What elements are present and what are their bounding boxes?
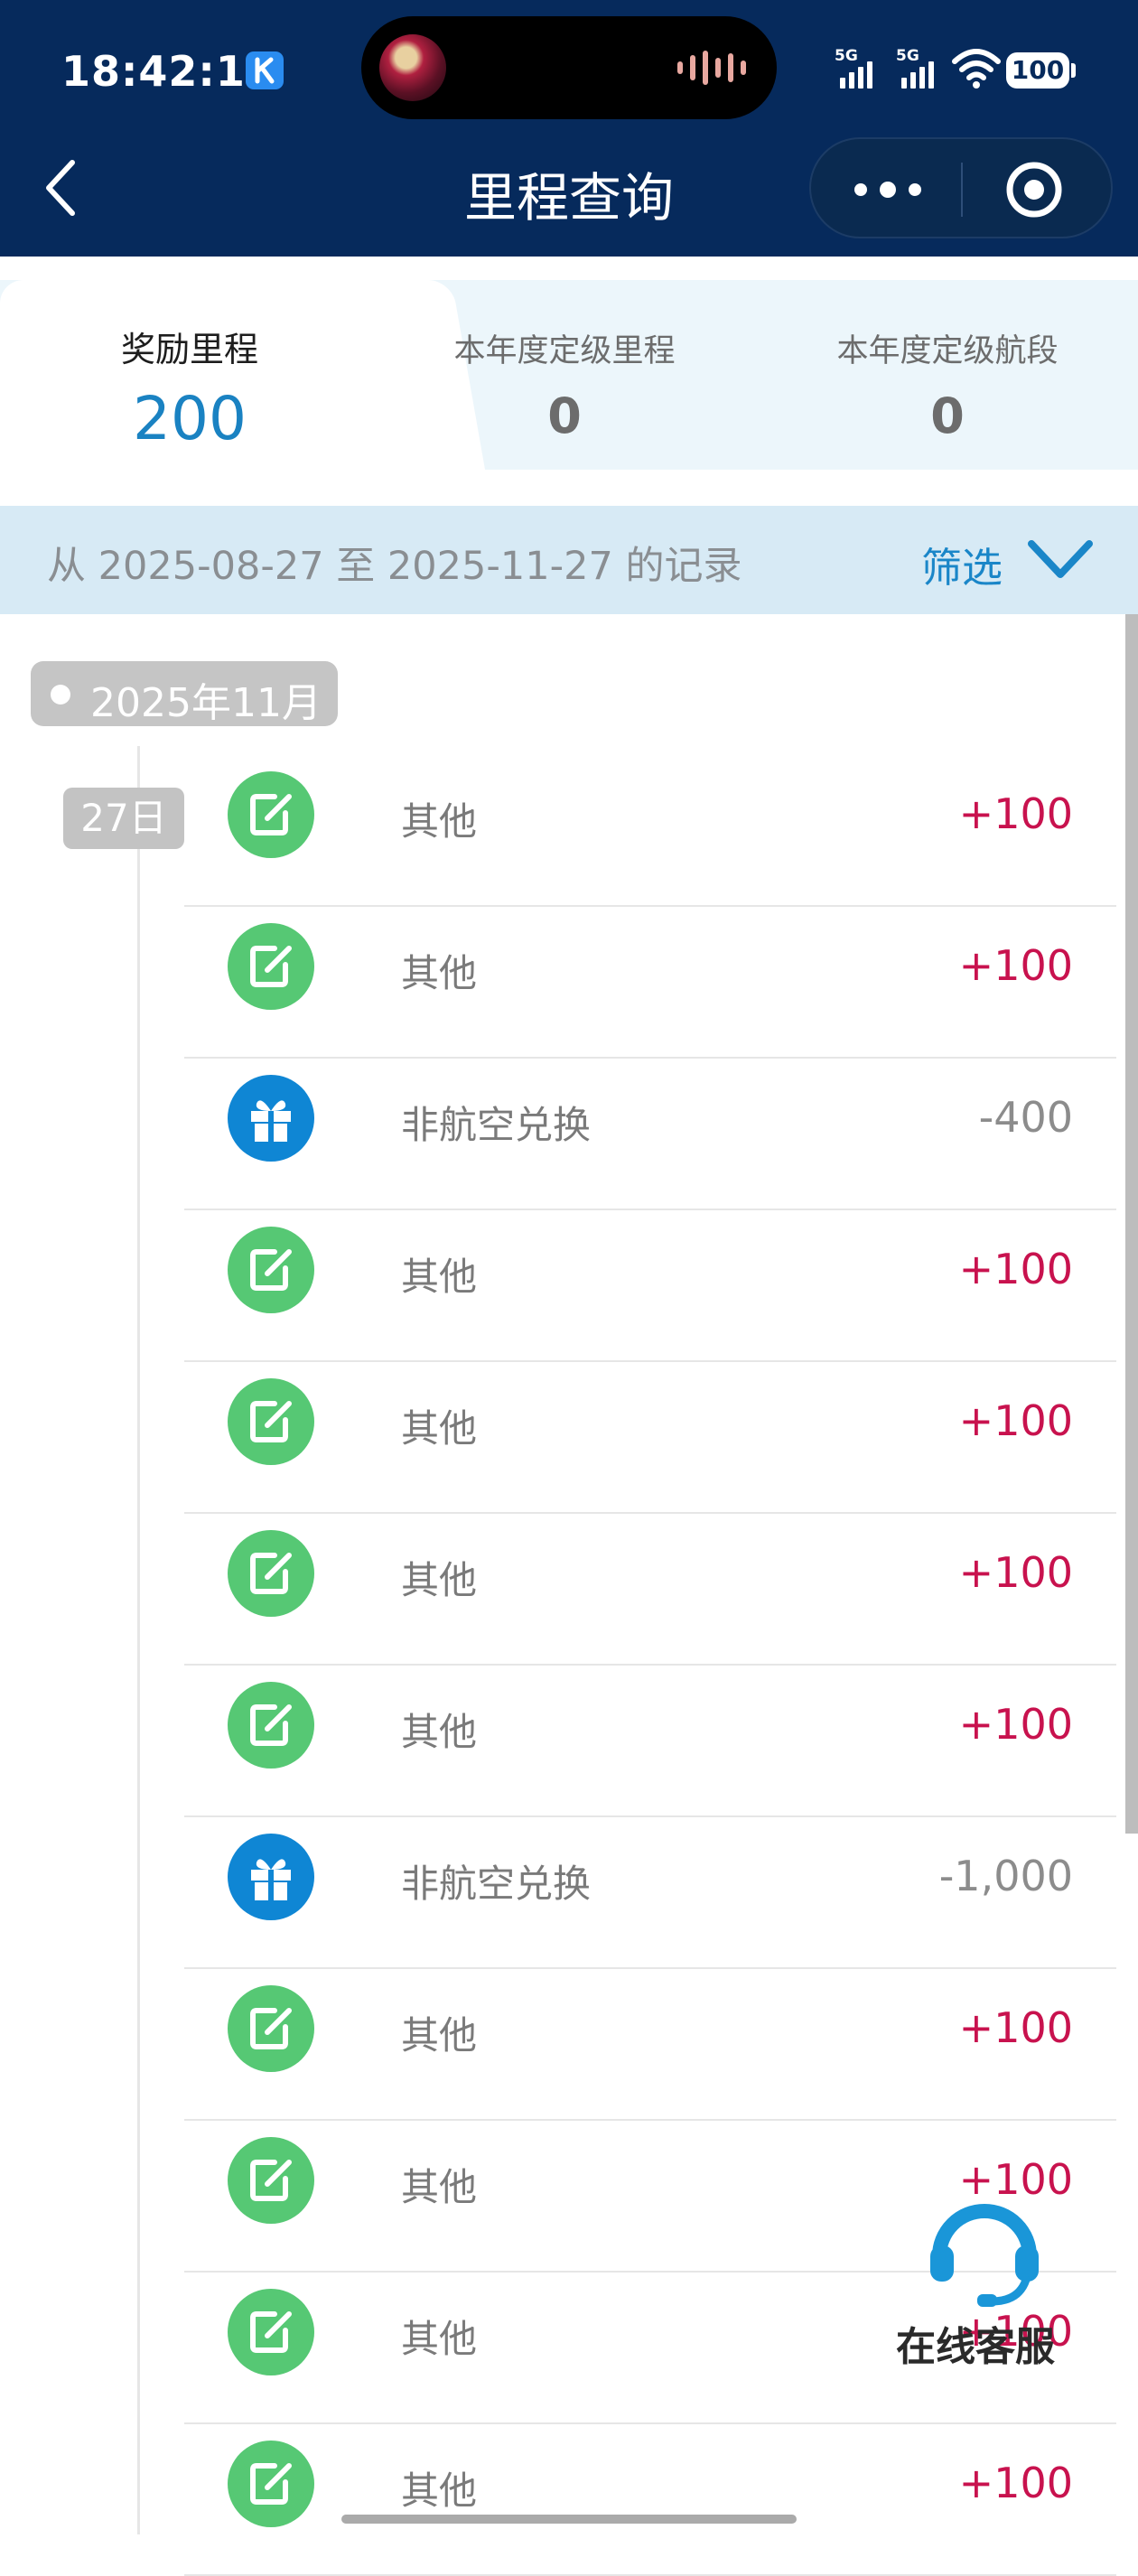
record-name: 其他 — [401, 1406, 478, 1451]
record-name: 其他 — [401, 2013, 478, 2058]
edit-icon — [250, 2463, 292, 2505]
edit-icon — [250, 1249, 292, 1291]
list-item[interactable]: 其他 +100 — [0, 1514, 1138, 1666]
edit-icon — [250, 2008, 292, 2049]
wifi-icon — [952, 47, 1001, 94]
online-service-button[interactable]: 在线客服 — [881, 2186, 1089, 2375]
record-name: 其他 — [401, 2165, 478, 2209]
record-value: +100 — [958, 1548, 1073, 1597]
tab-value: 0 — [930, 387, 965, 444]
battery-tip — [1071, 63, 1076, 78]
month-label: 2025年11月 — [90, 680, 322, 726]
edit-icon-badge — [228, 923, 314, 1010]
list-item[interactable]: 其他 +100 — [0, 1666, 1138, 1817]
filter-button[interactable]: 筛选 — [921, 526, 1120, 594]
edit-icon-badge — [228, 2137, 314, 2224]
gift-icon-badge — [228, 1075, 314, 1162]
dynamic-island — [361, 16, 777, 119]
close-miniapp-button[interactable] — [984, 155, 1084, 224]
record-value: +100 — [958, 2003, 1073, 2052]
service-label: 在线客服 — [896, 2324, 1055, 2370]
battery-indicator: 100 — [1006, 52, 1069, 89]
edit-icon-badge — [228, 2289, 314, 2375]
home-indicator[interactable] — [341, 2515, 797, 2524]
record-name: 其他 — [401, 799, 478, 844]
edit-icon-badge — [228, 1530, 314, 1617]
edit-icon-badge — [228, 1682, 314, 1769]
edit-icon-badge — [228, 1227, 314, 1313]
tab-value: 0 — [547, 387, 582, 444]
month-dot — [51, 685, 70, 705]
filter-bar: 从 2025-08-27 至 2025-11-27 的记录 筛选 — [0, 506, 1138, 614]
edit-icon-badge — [228, 771, 314, 858]
record-value: -1,000 — [938, 1852, 1073, 1900]
tab-tier-miles[interactable]: 本年度定级里程 0 — [415, 280, 714, 470]
record-name: 其他 — [401, 1558, 478, 1602]
record-name: 其他 — [401, 951, 478, 995]
date-range-text: 从 2025-08-27 至 2025-11-27 的记录 — [47, 544, 742, 589]
month-header: 2025年11月 — [31, 661, 338, 726]
edit-icon — [250, 1401, 292, 1442]
record-value: +100 — [958, 789, 1073, 838]
more-button[interactable] — [829, 157, 947, 220]
tab-tier-segments[interactable]: 本年度定级航段 0 — [798, 280, 1096, 470]
tab-award-miles[interactable]: 奖励里程 200 — [0, 280, 379, 470]
edit-icon — [250, 2311, 292, 2353]
edit-icon — [250, 2160, 292, 2201]
record-value: +100 — [958, 1700, 1073, 1749]
record-name: 其他 — [401, 2317, 478, 2361]
gift-icon — [251, 1100, 291, 1142]
filter-label: 筛选 — [921, 544, 1003, 592]
gift-icon — [251, 1859, 291, 1900]
list-item[interactable]: 其他 +100 — [0, 1210, 1138, 1362]
tab-label: 奖励里程 — [120, 330, 258, 369]
status-indicators: 5G 5G 100 — [835, 43, 1078, 98]
record-name: 其他 — [401, 1710, 478, 1754]
edit-icon — [250, 794, 292, 835]
list-item[interactable]: 其他 +100 — [0, 1362, 1138, 1514]
app-notification-icon — [246, 51, 284, 89]
edit-icon — [250, 1704, 292, 1746]
chevron-down-icon — [1028, 540, 1093, 578]
record-value: -400 — [978, 1093, 1073, 1142]
mileage-tabs: 奖励里程 200 本年度定级里程 0 本年度定级航段 0 — [0, 257, 1138, 477]
record-value: +100 — [958, 941, 1073, 990]
list-item[interactable]: 其他 +100 — [0, 1969, 1138, 2121]
record-name: 非航空兑换 — [401, 1862, 592, 1906]
target-close-icon — [1006, 162, 1062, 218]
gift-icon-badge — [228, 1834, 314, 1920]
miniapp-capsule — [809, 137, 1113, 238]
edit-icon-badge — [228, 2441, 314, 2527]
headset-icon — [930, 2204, 1039, 2307]
list-item[interactable]: 非航空兑换 -1,000 — [0, 1817, 1138, 1969]
record-value: +100 — [958, 1245, 1073, 1293]
app-header: 18:42:15 5G 5G 100 里程查询 — [0, 0, 1138, 257]
record-name: 非航空兑换 — [401, 1103, 592, 1147]
edit-icon-badge — [228, 1985, 314, 2072]
audio-wave-icon — [677, 51, 746, 85]
tab-value: 200 — [133, 384, 247, 453]
media-artwork — [379, 34, 446, 101]
capsule-divider — [961, 163, 963, 217]
record-value: +100 — [958, 1396, 1073, 1445]
edit-icon-badge — [228, 1378, 314, 1465]
edit-icon — [250, 946, 292, 987]
record-name: 其他 — [401, 2469, 478, 2513]
list-item[interactable]: 其他 +100 — [0, 2424, 1138, 2576]
tab-label: 本年度定级里程 — [453, 333, 676, 369]
edit-icon — [250, 1553, 292, 1594]
tab-label: 本年度定级航段 — [836, 333, 1059, 369]
record-name: 其他 — [401, 1255, 478, 1299]
list-item[interactable]: 其他 +100 — [0, 755, 1138, 907]
record-value: +100 — [958, 2459, 1073, 2507]
status-time: 18:42:15 — [61, 47, 275, 96]
list-item[interactable]: 非航空兑换 -400 — [0, 1059, 1138, 1210]
list-item[interactable]: 其他 +100 — [0, 907, 1138, 1059]
